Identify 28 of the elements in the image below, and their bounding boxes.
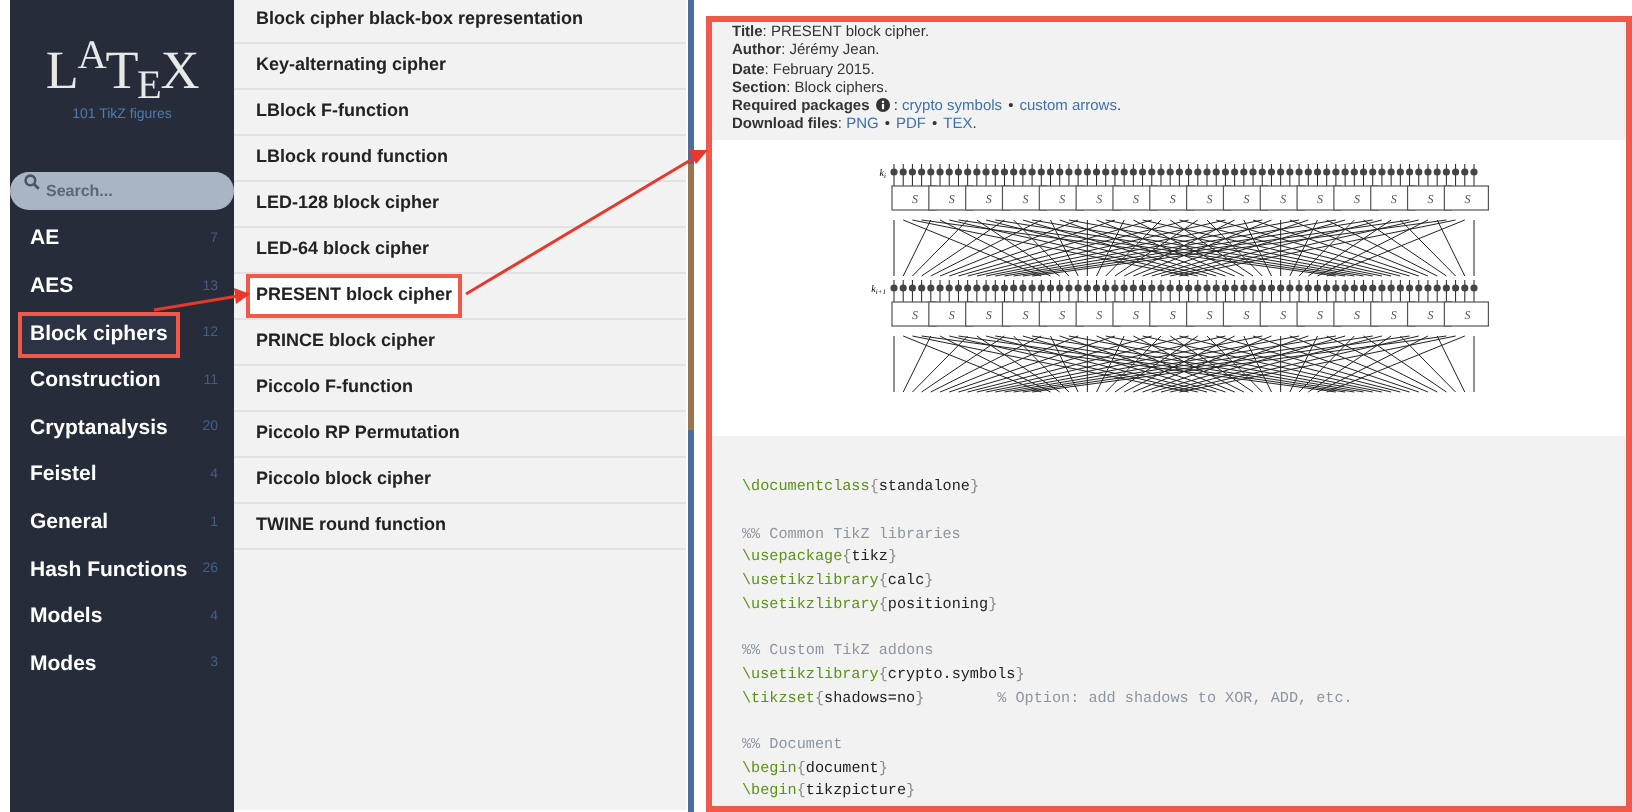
- figure-link[interactable]: PRESENT block cipher: [246, 274, 463, 318]
- figure-link[interactable]: Piccolo RP Permutation: [246, 412, 470, 456]
- category-link[interactable]: Hash Functions: [18, 547, 200, 595]
- category-link[interactable]: Cryptanalysis: [18, 405, 180, 454]
- figure-link[interactable]: Piccolo F-function: [246, 366, 423, 410]
- search-icon: [24, 174, 40, 190]
- figure-link[interactable]: LED-64 block cipher: [246, 228, 440, 272]
- figure-link[interactable]: Block cipher black-box representation: [246, 0, 594, 42]
- category-link[interactable]: General: [18, 499, 121, 548]
- search-field[interactable]: Search...: [10, 171, 234, 209]
- scrollbar-thumb[interactable]: [688, 164, 694, 430]
- figure-link[interactable]: TWINE round function: [246, 504, 456, 548]
- category-link[interactable]: AES: [18, 264, 86, 312]
- category-link[interactable]: Construction: [18, 358, 173, 406]
- category-link[interactable]: Modes: [18, 641, 109, 690]
- latex-logo: L$^{A}$T$_{E}$X: [45, 44, 199, 98]
- category-link[interactable]: Block ciphers: [18, 311, 180, 359]
- figure-link[interactable]: PRINCE block cipher: [246, 320, 446, 364]
- figure-link[interactable]: Key-alternating cipher: [246, 44, 457, 88]
- figure-link[interactable]: LBlock F-function: [246, 90, 419, 134]
- info-icon[interactable]: [875, 98, 890, 113]
- figure-link[interactable]: LBlock round function: [246, 136, 458, 180]
- figure-link[interactable]: Piccolo block cipher: [246, 458, 442, 502]
- category-link[interactable]: AE: [18, 216, 72, 265]
- annotation-arrow: [153, 288, 250, 312]
- category-link[interactable]: Feistel: [18, 452, 109, 501]
- figure-link[interactable]: LED-128 block cipher: [246, 182, 450, 226]
- category-link[interactable]: Models: [18, 594, 115, 642]
